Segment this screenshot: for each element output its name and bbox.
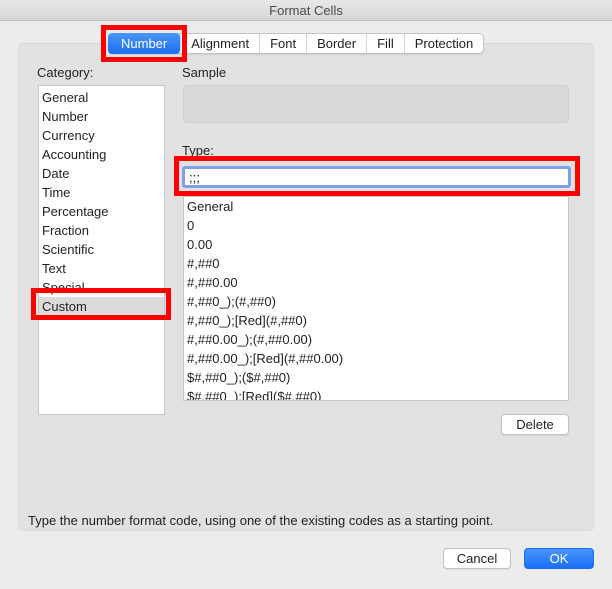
- tab-alignment[interactable]: Alignment: [180, 34, 259, 53]
- tab-number[interactable]: Number: [108, 33, 181, 54]
- tab-fill[interactable]: Fill: [366, 34, 404, 53]
- format-code-item[interactable]: General: [184, 197, 568, 216]
- delete-button[interactable]: Delete: [501, 414, 569, 435]
- category-item-accounting[interactable]: Accounting: [39, 145, 164, 164]
- type-label: Type:: [182, 143, 214, 158]
- tab-bar: Number Alignment Font Border Fill Protec…: [108, 33, 485, 54]
- category-item-number[interactable]: Number: [39, 107, 164, 126]
- format-code-item[interactable]: #,##0.00_);[Red](#,##0.00): [184, 349, 568, 368]
- category-item-general[interactable]: General: [39, 88, 164, 107]
- category-item-scientific[interactable]: Scientific: [39, 240, 164, 259]
- tab-protection[interactable]: Protection: [403, 34, 484, 53]
- format-code-item[interactable]: #,##0_);[Red](#,##0): [184, 311, 568, 330]
- category-item-fraction[interactable]: Fraction: [39, 221, 164, 240]
- format-code-item[interactable]: $#,##0_);($#,##0): [184, 368, 568, 387]
- tab-border[interactable]: Border: [306, 34, 366, 53]
- format-code-item[interactable]: 0.00: [184, 235, 568, 254]
- format-code-item[interactable]: 0: [184, 216, 568, 235]
- format-code-item[interactable]: #,##0.00_);(#,##0.00): [184, 330, 568, 349]
- sample-label: Sample: [182, 65, 227, 80]
- category-label: Category:: [37, 65, 94, 80]
- window-title: Format Cells: [0, 0, 612, 21]
- sample-preview: [183, 85, 569, 123]
- format-code-item[interactable]: #,##0: [184, 254, 568, 273]
- category-item-currency[interactable]: Currency: [39, 126, 164, 145]
- format-code-item[interactable]: #,##0_);(#,##0): [184, 292, 568, 311]
- ok-button[interactable]: OK: [524, 548, 594, 569]
- type-format-input[interactable]: [182, 166, 571, 188]
- category-item-date[interactable]: Date: [39, 164, 164, 183]
- hint-text: Type the number format code, using one o…: [28, 513, 494, 528]
- format-code-list[interactable]: General 0 0.00 #,##0 #,##0.00 #,##0_);(#…: [183, 196, 569, 401]
- category-item-percentage[interactable]: Percentage: [39, 202, 164, 221]
- category-item-special[interactable]: Special: [39, 278, 164, 297]
- tab-font[interactable]: Font: [259, 34, 306, 53]
- cancel-button[interactable]: Cancel: [443, 548, 511, 569]
- category-item-text[interactable]: Text: [39, 259, 164, 278]
- category-item-custom[interactable]: Custom: [39, 297, 164, 316]
- category-item-time[interactable]: Time: [39, 183, 164, 202]
- format-code-item[interactable]: $#,##0_);[Red]($#,##0): [184, 387, 568, 400]
- format-code-item[interactable]: #,##0.00: [184, 273, 568, 292]
- category-list[interactable]: General Number Currency Accounting Date …: [38, 85, 165, 415]
